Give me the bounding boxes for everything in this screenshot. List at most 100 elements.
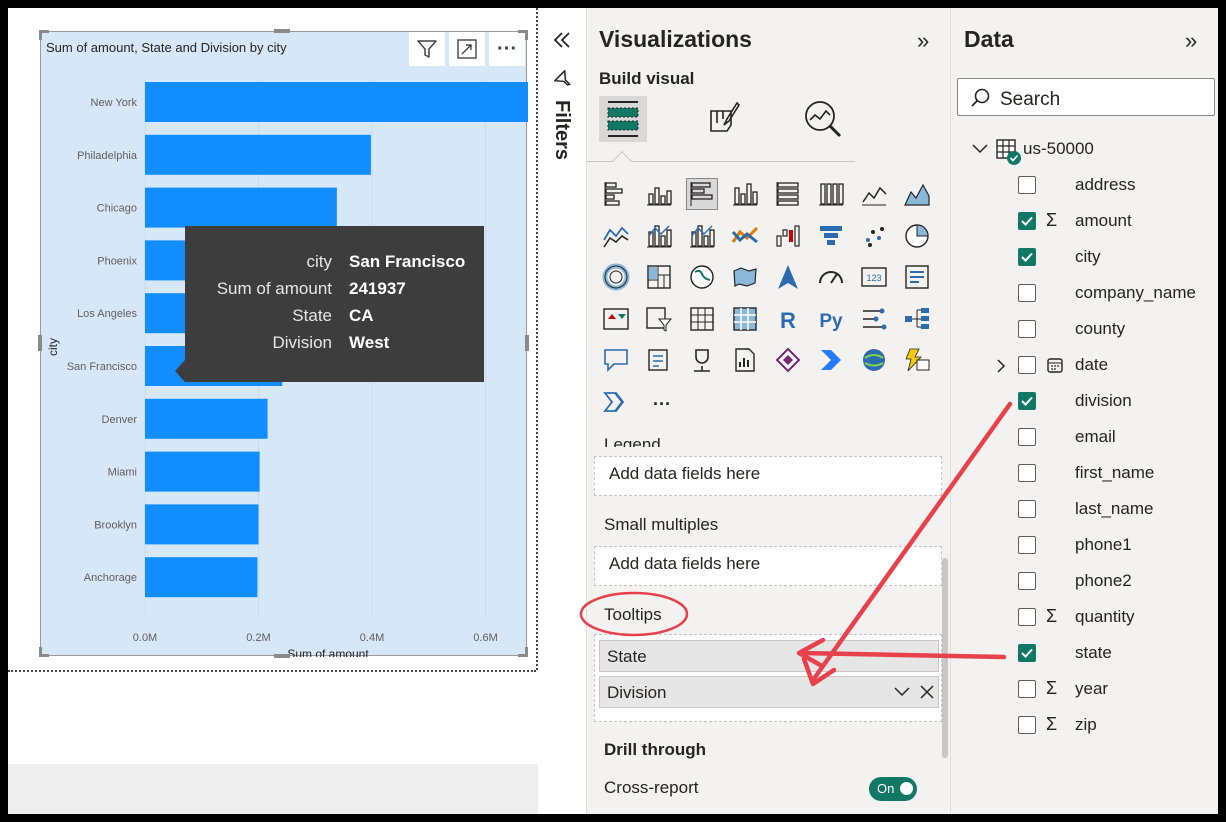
ribbon-chart-icon[interactable] xyxy=(729,220,761,252)
field-phone1[interactable]: phone1 xyxy=(951,527,1218,563)
filled-map-icon[interactable] xyxy=(729,261,761,293)
pie-chart-icon[interactable] xyxy=(901,220,933,252)
line-column-chart-icon[interactable] xyxy=(643,220,675,252)
field-checkbox[interactable] xyxy=(1018,644,1036,662)
visualizations-scrollbar[interactable] xyxy=(942,558,948,758)
filters-label[interactable]: Filters xyxy=(550,100,573,160)
decomposition-tree-icon[interactable] xyxy=(901,303,933,335)
field-amount[interactable]: Σamount xyxy=(951,203,1218,239)
field-last_name[interactable]: last_name xyxy=(951,491,1218,527)
format-visual-tab[interactable] xyxy=(699,96,747,142)
bar-chart-visual[interactable]: 0.0M 0.2M 0.4M 0.6M New York Philadelphia Chic… xyxy=(38,29,529,658)
matrix-icon[interactable] xyxy=(729,303,761,335)
field-email[interactable]: email xyxy=(951,419,1218,455)
line-clustered-column-icon[interactable] xyxy=(686,220,718,252)
chevron-down-icon[interactable] xyxy=(894,686,910,698)
clustered-bar-chart-icon[interactable] xyxy=(686,178,718,210)
field-checkbox[interactable] xyxy=(1018,320,1036,338)
python-visual-icon[interactable]: Py xyxy=(815,303,847,335)
field-checkbox[interactable] xyxy=(1018,212,1036,230)
more-visuals-button[interactable]: ··· xyxy=(653,394,671,415)
multi-row-card-icon[interactable] xyxy=(901,261,933,293)
field-checkbox[interactable] xyxy=(1018,428,1036,446)
map-icon[interactable] xyxy=(686,261,718,293)
analytics-tab[interactable] xyxy=(799,96,847,142)
donut-chart-icon[interactable] xyxy=(600,261,632,293)
table-icon[interactable] xyxy=(686,303,718,335)
tooltips-well[interactable]: State Division xyxy=(594,634,942,722)
more-options-button[interactable]: ··· xyxy=(489,32,525,66)
chevron-right-icon[interactable] xyxy=(995,358,1007,374)
power-apps-icon[interactable] xyxy=(772,344,804,376)
line-chart-icon[interactable] xyxy=(858,178,890,210)
collapse-data-button[interactable]: » xyxy=(1185,28,1197,54)
small-multiples-well[interactable]: Add data fields here xyxy=(594,546,942,586)
build-visual-tab[interactable] xyxy=(599,96,647,142)
resize-handle[interactable] xyxy=(525,647,528,657)
field-division[interactable]: division xyxy=(951,383,1218,419)
tooltip-field-division[interactable]: Division xyxy=(599,676,939,708)
field-county[interactable]: county xyxy=(951,311,1218,347)
field-quantity[interactable]: Σquantity xyxy=(951,599,1218,635)
field-checkbox[interactable] xyxy=(1018,608,1036,626)
resize-handle[interactable] xyxy=(525,30,528,40)
r-visual-icon[interactable]: R xyxy=(772,303,804,335)
qa-icon[interactable] xyxy=(600,344,632,376)
field-checkbox[interactable] xyxy=(1018,248,1036,266)
arcgis-icon[interactable] xyxy=(858,344,890,376)
power-automate-icon[interactable] xyxy=(815,344,847,376)
waterfall-chart-icon[interactable] xyxy=(772,220,804,252)
field-checkbox[interactable] xyxy=(1018,716,1036,734)
field-date[interactable]: date xyxy=(951,347,1218,383)
field-checkbox[interactable] xyxy=(1018,392,1036,410)
paginated-report-icon[interactable] xyxy=(729,344,761,376)
stacked-area-chart-icon[interactable] xyxy=(600,220,632,252)
narrative-icon[interactable] xyxy=(643,344,675,376)
card-icon[interactable]: 123 xyxy=(858,261,890,293)
field-checkbox[interactable] xyxy=(1018,356,1036,374)
focus-mode-button[interactable] xyxy=(449,32,485,66)
key-influencers-icon[interactable] xyxy=(858,303,890,335)
field-checkbox[interactable] xyxy=(1018,284,1036,302)
stacked-bar-chart-icon[interactable] xyxy=(600,178,632,210)
kpi-icon[interactable] xyxy=(600,303,632,335)
field-company_name[interactable]: company_name xyxy=(951,275,1218,311)
chevron-visual-icon[interactable] xyxy=(600,386,632,418)
slicer-icon[interactable] xyxy=(643,303,675,335)
area-chart-icon[interactable] xyxy=(901,178,933,210)
field-city[interactable]: city xyxy=(951,239,1218,275)
chevron-down-icon[interactable] xyxy=(971,142,989,156)
resize-handle[interactable] xyxy=(274,29,290,33)
field-address[interactable]: address xyxy=(951,167,1218,203)
field-checkbox[interactable] xyxy=(1018,464,1036,482)
data-search-input[interactable]: Search xyxy=(957,78,1215,116)
field-year[interactable]: Σyear xyxy=(951,671,1218,707)
remove-icon[interactable] xyxy=(920,685,934,699)
collapse-visualizations-button[interactable]: » xyxy=(917,28,929,54)
tooltip-field-state[interactable]: State xyxy=(599,640,939,672)
stacked-column-chart-icon[interactable] xyxy=(643,178,675,210)
resize-handle[interactable] xyxy=(39,647,42,657)
field-phone2[interactable]: phone2 xyxy=(951,563,1218,599)
azure-map-icon[interactable] xyxy=(772,261,804,293)
treemap-icon[interactable] xyxy=(643,261,675,293)
table-name[interactable]: us-50000 xyxy=(1023,139,1094,159)
metrics-icon[interactable] xyxy=(686,344,718,376)
gauge-icon[interactable] xyxy=(815,261,847,293)
field-checkbox[interactable] xyxy=(1018,536,1036,554)
field-first_name[interactable]: first_name xyxy=(951,455,1218,491)
expand-left-icon[interactable] xyxy=(550,28,574,52)
field-checkbox[interactable] xyxy=(1018,176,1036,194)
power-bi-icon[interactable] xyxy=(901,344,933,376)
cross-report-toggle[interactable]: On xyxy=(869,777,917,801)
field-checkbox[interactable] xyxy=(1018,500,1036,518)
resize-handle[interactable] xyxy=(38,335,42,351)
filter-button[interactable] xyxy=(409,32,445,66)
field-checkbox[interactable] xyxy=(1018,572,1036,590)
scatter-chart-icon[interactable] xyxy=(858,220,890,252)
field-checkbox[interactable] xyxy=(1018,680,1036,698)
legend-well[interactable]: Add data fields here xyxy=(594,456,942,496)
field-state[interactable]: state xyxy=(951,635,1218,671)
percent-bar-chart-icon[interactable] xyxy=(772,178,804,210)
resize-handle[interactable] xyxy=(525,335,529,351)
